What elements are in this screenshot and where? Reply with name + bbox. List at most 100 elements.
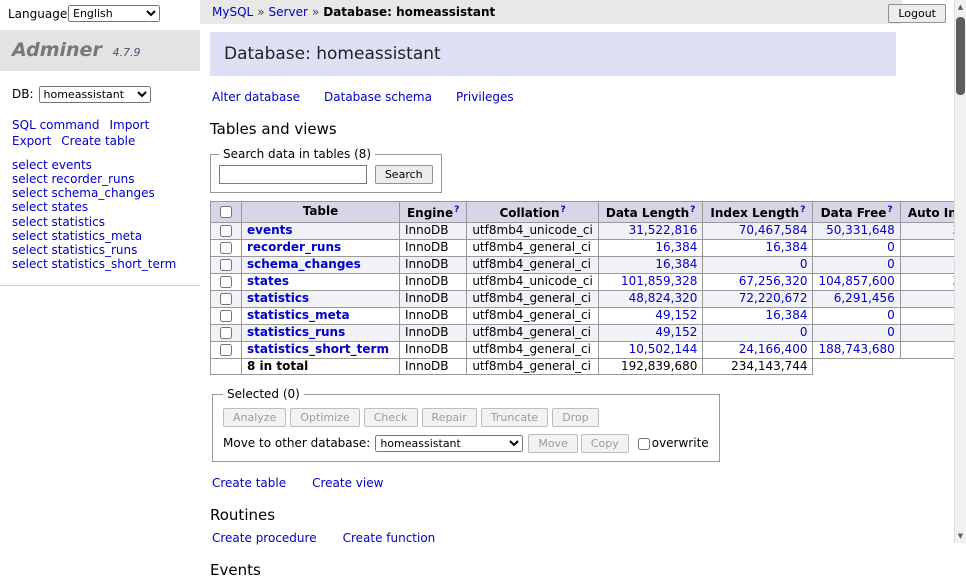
data-free-link[interactable]: 0	[887, 325, 895, 339]
db-link-database-schema[interactable]: Database schema	[324, 90, 432, 104]
index-length-link[interactable]: 72,220,672	[739, 291, 808, 305]
data-free-link[interactable]: 188,743,680	[818, 342, 894, 356]
index-length-link[interactable]: 70,467,584	[739, 223, 808, 237]
create-procedure-link[interactable]: Create procedure	[212, 531, 317, 545]
db-link-alter-database[interactable]: Alter database	[212, 90, 300, 104]
logout-button[interactable]: Logout	[888, 4, 946, 23]
index-length-link[interactable]: 24,166,400	[739, 342, 808, 356]
search-input[interactable]	[219, 165, 367, 184]
collation-cell: utf8mb4_general_ci	[467, 341, 599, 358]
sidebar-select-events[interactable]: select events	[12, 158, 92, 172]
row-checkbox[interactable]	[220, 327, 232, 339]
sidebar-select-statistics_meta[interactable]: select statistics_meta	[12, 229, 142, 243]
scrollbar-thumb[interactable]	[956, 17, 965, 95]
sidebar-link-sql-command[interactable]: SQL command	[12, 117, 99, 133]
help-link[interactable]: ?	[560, 205, 565, 215]
index-length-link[interactable]: 0	[800, 325, 808, 339]
data-free-link[interactable]: 104,857,600	[818, 274, 894, 288]
help-link[interactable]: ?	[887, 205, 892, 215]
version-link[interactable]: 4.7.9	[112, 46, 140, 59]
collation-cell: utf8mb4_general_ci	[467, 324, 599, 341]
row-checkbox[interactable]	[220, 293, 232, 305]
truncate-button[interactable]: Truncate	[481, 408, 548, 427]
optimize-button[interactable]: Optimize	[290, 408, 359, 427]
routine-links: Create procedure Create function	[212, 531, 894, 547]
engine-cell: InnoDB	[399, 290, 466, 307]
data-length-link[interactable]: 49,152	[655, 325, 697, 339]
data-length-link[interactable]: 101,859,328	[621, 274, 697, 288]
data-free-link[interactable]: 0	[887, 257, 895, 271]
tables-table: TableEngine?Collation?Data Length?Index …	[210, 201, 966, 375]
table-name-link[interactable]: schema_changes	[247, 257, 361, 271]
help-link[interactable]: ?	[690, 205, 695, 215]
select-all-checkbox[interactable]	[220, 206, 232, 218]
table-name-link[interactable]: statistics_short_term	[247, 342, 389, 356]
scroll-up-icon[interactable]: ▲	[955, 0, 966, 14]
data-length-link[interactable]: 48,824,320	[629, 291, 698, 305]
language-select[interactable]: English	[68, 5, 160, 22]
check-button[interactable]: Check	[364, 408, 418, 427]
index-length-link[interactable]: 16,384	[765, 240, 807, 254]
table-list-item: select events	[12, 159, 188, 172]
table-name-link[interactable]: recorder_runs	[247, 240, 341, 254]
data-length-link[interactable]: 49,152	[655, 308, 697, 322]
sidebar-select-schema_changes[interactable]: select schema_changes	[12, 186, 155, 200]
data-free-link[interactable]: 6,291,456	[834, 291, 895, 305]
overwrite-label: overwrite	[652, 436, 709, 450]
breadcrumb-server[interactable]: Server	[269, 5, 308, 19]
table-name-link[interactable]: statistics_runs	[247, 325, 345, 339]
overwrite-checkbox[interactable]	[638, 438, 650, 450]
create-function-link[interactable]: Create function	[343, 531, 436, 545]
main-content: Database: homeassistant Alter databaseDa…	[202, 28, 904, 543]
row-checkbox[interactable]	[220, 344, 232, 356]
data-length-link[interactable]: 31,522,816	[629, 223, 698, 237]
sidebar-link-export[interactable]: Export	[12, 133, 51, 149]
row-checkbox[interactable]	[220, 259, 232, 271]
sidebar-link-import[interactable]: Import	[109, 117, 149, 133]
data-length-link[interactable]: 16,384	[655, 240, 697, 254]
help-link[interactable]: ?	[454, 205, 459, 215]
table-name-link[interactable]: statistics_meta	[247, 308, 350, 322]
drop-button[interactable]: Drop	[552, 408, 598, 427]
help-link[interactable]: ?	[800, 205, 805, 215]
move-db-select[interactable]: homeassistant	[375, 435, 523, 452]
table-name-link[interactable]: events	[247, 223, 293, 237]
copy-button[interactable]: Copy	[581, 434, 629, 453]
sidebar-select-states[interactable]: select states	[12, 200, 88, 214]
create-table-link[interactable]: Create table	[212, 476, 286, 490]
search-button[interactable]: Search	[375, 165, 433, 184]
repair-button[interactable]: Repair	[422, 408, 477, 427]
analyze-button[interactable]: Analyze	[223, 408, 286, 427]
data-free-link[interactable]: 50,331,648	[826, 223, 895, 237]
index-length-link[interactable]: 67,256,320	[739, 274, 808, 288]
scrollbar[interactable]: ▲ ▼	[954, 0, 966, 543]
create-view-link[interactable]: Create view	[312, 476, 383, 490]
data-free-link[interactable]: 0	[887, 240, 895, 254]
sidebar-select-recorder_runs[interactable]: select recorder_runs	[12, 172, 135, 186]
table-name-link[interactable]: states	[247, 274, 289, 288]
sidebar-select-statistics_short_term[interactable]: select statistics_short_term	[12, 257, 176, 271]
sidebar-link-create-table[interactable]: Create table	[61, 133, 135, 149]
breadcrumb-mysql[interactable]: MySQL	[212, 5, 253, 19]
data-length-link[interactable]: 16,384	[655, 257, 697, 271]
index-length-link[interactable]: 16,384	[765, 308, 807, 322]
sidebar-select-statistics_runs[interactable]: select statistics_runs	[12, 243, 137, 257]
row-checkbox[interactable]	[220, 310, 232, 322]
data-length-link[interactable]: 10,502,144	[629, 342, 698, 356]
db-select[interactable]: homeassistant	[39, 86, 151, 103]
move-button[interactable]: Move	[528, 434, 578, 453]
data-free-link[interactable]: 0	[887, 308, 895, 322]
scroll-down-icon[interactable]: ▼	[955, 529, 966, 543]
sidebar-select-statistics[interactable]: select statistics	[12, 215, 105, 229]
db-link-privileges[interactable]: Privileges	[456, 90, 514, 104]
table-name-link[interactable]: statistics	[247, 291, 309, 305]
index-length-link[interactable]: 0	[800, 257, 808, 271]
column-label: Data Length	[606, 206, 689, 220]
adminer-logo-link[interactable]: Adminer	[12, 39, 102, 61]
column-header-table: Table	[242, 201, 400, 222]
row-checkbox[interactable]	[220, 225, 232, 237]
row-checkbox[interactable]	[220, 242, 232, 254]
selected-buttons: AnalyzeOptimize CheckRepairTruncateDrop	[223, 408, 709, 427]
row-checkbox[interactable]	[220, 276, 232, 288]
collation-cell: utf8mb4_general_ci	[467, 256, 599, 273]
